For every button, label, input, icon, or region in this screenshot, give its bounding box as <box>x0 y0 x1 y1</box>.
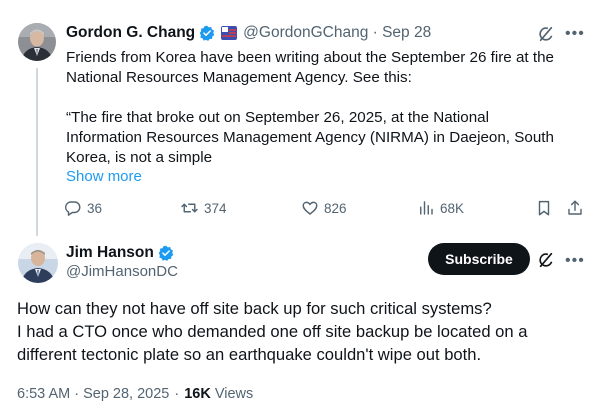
tweet2-author-name[interactable]: Jim Hanson <box>66 244 154 262</box>
tweet1-line: National Resources Management Agency. Se… <box>66 69 412 86</box>
tweet2-author: Jim Hanson <box>66 244 174 262</box>
views-chart-icon <box>420 201 433 215</box>
tweet1-line: Information Resources Management Agency … <box>66 129 554 146</box>
tweet1-line: Korea, is not a simple <box>66 149 213 166</box>
tweet1-action-bar: 36 374 826 68K <box>64 199 588 221</box>
verified-badge-icon <box>199 25 215 41</box>
tweet2-line: How can they not have off site back up f… <box>17 299 492 318</box>
tweet2-line: different tectonic plate so an earthquak… <box>17 345 482 364</box>
tweet2-timestamp[interactable]: 6:53 AM · Sep 28, 2025 <box>17 386 169 402</box>
thread-connector-line <box>36 68 38 236</box>
show-more-link[interactable]: Show more <box>66 168 142 185</box>
reply-icon <box>64 201 81 216</box>
more-icon[interactable]: ••• <box>565 253 585 269</box>
meta-separator: · <box>174 386 180 402</box>
bookmark-button[interactable] <box>535 199 553 217</box>
repost-count: 374 <box>204 200 227 216</box>
tweet2-views-label: Views <box>214 386 254 402</box>
affiliate-flag-icon[interactable] <box>221 26 238 40</box>
repost-icon <box>181 203 198 213</box>
avatar-gordon-chang[interactable] <box>18 23 56 61</box>
reply-button[interactable]: 36 <box>64 199 102 217</box>
tweet1-header: Gordon G. Chang @GordonGChang · Sep 28 <box>66 22 431 44</box>
tweet1-line: “The fire that broke out on September 26… <box>66 109 489 126</box>
tweet2-metadata: 6:53 AM · Sep 28, 2025 · 16K Views <box>17 386 253 402</box>
tweet2-author-handle[interactable]: @JimHansonDC <box>66 263 178 280</box>
grok-icon[interactable] <box>537 25 555 43</box>
verified-badge-icon <box>158 245 174 261</box>
views-count: 68K <box>440 200 465 216</box>
tweet2-views-count: 16K <box>184 386 211 402</box>
subscribe-button[interactable]: Subscribe <box>428 243 530 275</box>
tweet1-author-handle[interactable]: @GordonGChang · Sep 28 <box>243 24 431 42</box>
share-button[interactable] <box>566 199 584 217</box>
tweet1-text: Friends from Korea have been writing abo… <box>66 48 576 168</box>
like-button[interactable]: 826 <box>301 199 347 217</box>
like-count: 826 <box>324 200 347 216</box>
tweet1-line <box>66 88 576 108</box>
tweet2-line: I had a CTO once who demanded one off si… <box>17 322 528 341</box>
share-icon <box>568 200 582 215</box>
more-icon[interactable]: ••• <box>565 26 585 42</box>
repost-button[interactable]: 374 <box>180 199 227 217</box>
avatar-jim-hanson[interactable] <box>18 243 58 283</box>
tweet2-text: How can they not have off site back up f… <box>17 297 597 366</box>
reply-count: 36 <box>87 200 103 216</box>
tweet1-line: Friends from Korea have been writing abo… <box>66 49 554 66</box>
views-button[interactable]: 68K <box>417 199 464 217</box>
tweet1-author-name[interactable]: Gordon G. Chang <box>66 24 195 42</box>
bookmark-icon <box>538 200 550 216</box>
grok-icon[interactable] <box>537 251 555 269</box>
heart-icon <box>302 201 318 215</box>
